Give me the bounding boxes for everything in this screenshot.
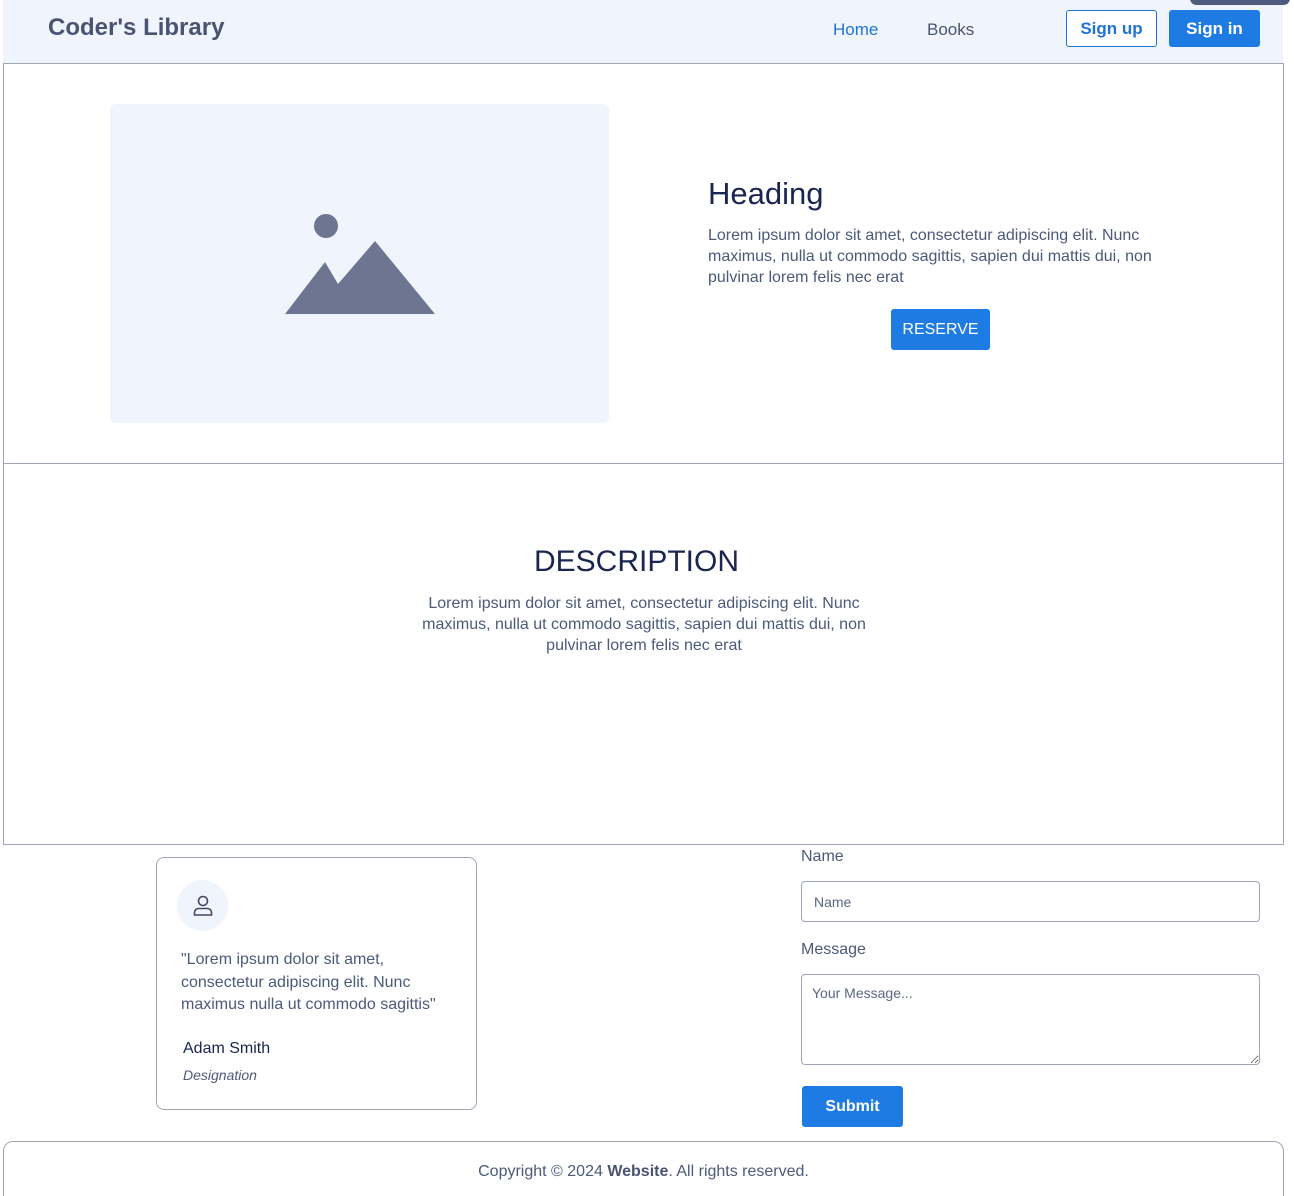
corner-tab	[1190, 0, 1290, 5]
footer: Copyright © 2024 Website. All rights res…	[3, 1141, 1284, 1196]
name-label: Name	[801, 848, 844, 865]
footer-copyright: Copyright © 2024 Website. All rights res…	[4, 1163, 1283, 1181]
brand-logo[interactable]: Coder's Library	[48, 14, 224, 42]
submit-button[interactable]: Submit	[802, 1086, 903, 1127]
sign-up-button[interactable]: Sign up	[1066, 10, 1157, 47]
hero-text: Lorem ipsum dolor sit amet, consectetur …	[708, 227, 1152, 286]
testimonial-card: "Lorem ipsum dolor sit amet, consectetur…	[156, 857, 477, 1110]
footer-prefix: Copyright © 2024	[478, 1163, 608, 1180]
hero-image	[110, 104, 609, 423]
footer-site-name[interactable]: Website	[607, 1163, 668, 1180]
description-text: Lorem ipsum dolor sit amet, consectetur …	[422, 595, 866, 654]
navbar: Coder's Library Home Books Sign up Sign …	[3, 0, 1283, 63]
message-textarea[interactable]	[801, 974, 1260, 1065]
user-icon	[193, 895, 213, 916]
nav-link-home[interactable]: Home	[833, 20, 878, 40]
hero-heading: Heading	[708, 176, 824, 211]
image-placeholder-icon	[285, 214, 435, 314]
footer-suffix: . All rights reserved.	[668, 1163, 809, 1180]
reserve-button[interactable]: RESERVE	[891, 309, 990, 350]
testimonial-designation: Designation	[183, 1067, 257, 1083]
message-label: Message	[801, 941, 866, 958]
avatar	[177, 880, 228, 931]
testimonial-quote: "Lorem ipsum dolor sit amet, consectetur…	[181, 951, 436, 1013]
nav-link-books[interactable]: Books	[927, 20, 974, 40]
testimonial-author: Adam Smith	[183, 1040, 271, 1057]
hero-section: Heading Lorem ipsum dolor sit amet, cons…	[3, 63, 1284, 464]
description-section: DESCRIPTION Lorem ipsum dolor sit amet, …	[3, 463, 1284, 845]
name-input[interactable]	[801, 881, 1260, 922]
description-heading: DESCRIPTION	[533, 545, 740, 578]
sign-in-button[interactable]: Sign in	[1169, 10, 1260, 47]
